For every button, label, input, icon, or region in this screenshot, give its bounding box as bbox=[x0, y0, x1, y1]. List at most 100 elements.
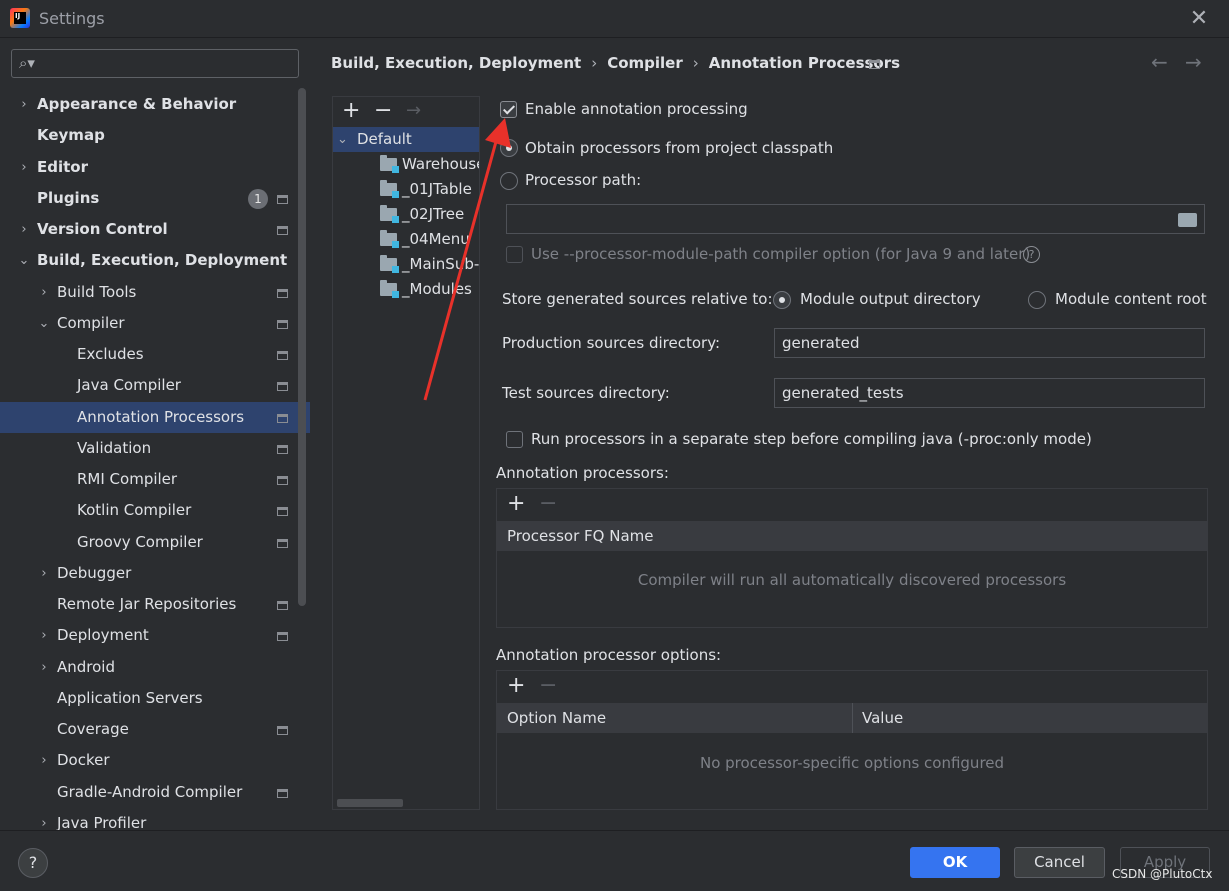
chevron-right-icon[interactable]: › bbox=[17, 152, 31, 183]
annotation-processor-options-table: + − Option Name Value No processor-speci… bbox=[496, 670, 1208, 810]
sidebar-item-label: Editor bbox=[37, 157, 88, 176]
module-folder-icon bbox=[380, 155, 399, 173]
processor-module-path-checkbox[interactable] bbox=[506, 246, 523, 263]
profile-module-item[interactable]: _02JTree bbox=[333, 202, 479, 227]
sidebar-item-android[interactable]: › Android bbox=[0, 652, 310, 683]
sidebar-item-compiler[interactable]: ⌄ Compiler bbox=[0, 308, 310, 339]
profile-module-item[interactable]: Warehouse bbox=[333, 152, 479, 177]
add-option-button[interactable]: + bbox=[507, 674, 525, 698]
chevron-right-icon[interactable]: › bbox=[17, 89, 31, 120]
sidebar-item-label: Android bbox=[57, 657, 115, 676]
processors-toolbar: + − bbox=[497, 489, 1207, 520]
test-sources-directory-input[interactable]: generated_tests bbox=[774, 378, 1205, 408]
sidebar-item-deployment[interactable]: › Deployment bbox=[0, 620, 310, 651]
profile-module-item[interactable]: _01JTable bbox=[333, 177, 479, 202]
sidebar-item-rmi-compiler[interactable]: RMI Compiler bbox=[0, 464, 310, 495]
sidebar-item-plugins[interactable]: Plugins 1 bbox=[0, 183, 310, 214]
settings-sidebar: ⌕▾ › Appearance & Behavior Keymap › Editor Pl… bbox=[0, 38, 311, 832]
browse-folder-icon[interactable] bbox=[1178, 213, 1197, 227]
breadcrumb-compiler[interactable]: Compiler bbox=[607, 54, 683, 72]
sidebar-item-remote-jar-repositories[interactable]: Remote Jar Repositories bbox=[0, 589, 310, 620]
processor-path-input[interactable] bbox=[506, 204, 1205, 234]
sidebar-item-label: Build Tools bbox=[57, 282, 137, 301]
chevron-right-icon[interactable]: › bbox=[37, 277, 51, 308]
separate-step-checkbox[interactable] bbox=[506, 431, 523, 448]
remove-processor-button[interactable]: − bbox=[539, 492, 557, 516]
chevron-down-icon[interactable]: ⌄ bbox=[17, 245, 31, 276]
chevron-down-icon[interactable]: ⌄ bbox=[37, 308, 51, 339]
annotation-processors-table: + − Processor FQ Name Compiler will run … bbox=[496, 488, 1208, 628]
sidebar-item-editor[interactable]: › Editor bbox=[0, 152, 310, 183]
sidebar-item-application-servers[interactable]: Application Servers bbox=[0, 683, 310, 714]
chevron-right-icon[interactable]: › bbox=[37, 745, 51, 776]
module-content-root-radio[interactable] bbox=[1028, 291, 1046, 309]
chevron-right-icon[interactable]: › bbox=[37, 620, 51, 651]
project-scope-icon bbox=[277, 726, 288, 735]
profile-module-item[interactable]: _Modules bbox=[333, 277, 479, 302]
sidebar-item-docker[interactable]: › Docker bbox=[0, 745, 310, 776]
sidebar-item-groovy-compiler[interactable]: Groovy Compiler bbox=[0, 527, 310, 558]
add-profile-button[interactable]: + bbox=[342, 99, 360, 123]
separate-step-label: Run processors in a separate step before… bbox=[531, 430, 1092, 448]
sidebar-item-coverage[interactable]: Coverage bbox=[0, 714, 310, 745]
production-sources-directory-input[interactable]: generated bbox=[774, 328, 1205, 358]
chevron-down-icon[interactable]: ⌄ bbox=[337, 127, 348, 152]
sidebar-item-annotation-processors[interactable]: Annotation Processors bbox=[0, 401, 310, 433]
forward-arrow-icon[interactable]: → bbox=[1185, 50, 1202, 74]
chevron-right-icon[interactable]: › bbox=[17, 214, 31, 245]
option-name-column[interactable]: Option Name bbox=[507, 703, 606, 733]
processor-fq-name-column[interactable]: Processor FQ Name bbox=[507, 521, 653, 551]
cancel-button[interactable]: Cancel bbox=[1014, 847, 1105, 878]
project-scope-icon bbox=[277, 601, 288, 610]
profile-default[interactable]: ⌄ Default bbox=[333, 127, 479, 152]
sidebar-scrollbar[interactable] bbox=[298, 88, 306, 606]
close-window-icon[interactable]: ✕ bbox=[1186, 6, 1212, 32]
sidebar-item-build-execution-deployment[interactable]: ⌄ Build, Execution, Deployment bbox=[0, 245, 310, 276]
ok-button[interactable]: OK bbox=[910, 847, 1000, 878]
sidebar-item-label: Gradle-Android Compiler bbox=[57, 782, 243, 801]
back-arrow-icon[interactable]: ← bbox=[1151, 50, 1168, 74]
sidebar-item-label: Excludes bbox=[77, 345, 144, 363]
sidebar-item-label: Deployment bbox=[57, 626, 149, 645]
help-button[interactable]: ? bbox=[18, 848, 48, 878]
options-empty-text: No processor-specific options configured bbox=[699, 754, 1005, 772]
breadcrumb-build-execution-deployment[interactable]: Build, Execution, Deployment bbox=[331, 54, 581, 72]
help-icon[interactable]: ? bbox=[1023, 246, 1040, 263]
module-output-directory-radio[interactable] bbox=[773, 291, 791, 309]
sidebar-item-keymap[interactable]: Keymap bbox=[0, 120, 310, 151]
settings-search-input[interactable]: ⌕▾ bbox=[11, 49, 299, 78]
enable-annotation-processing-checkbox[interactable] bbox=[500, 101, 517, 118]
remove-profile-button[interactable]: − bbox=[374, 99, 392, 123]
move-to-profile-button[interactable]: → bbox=[406, 99, 421, 123]
profile-module-label: _04Menu bbox=[402, 230, 470, 248]
sidebar-item-debugger[interactable]: › Debugger bbox=[0, 558, 310, 589]
project-scope-icon bbox=[277, 632, 288, 642]
sidebar-item-kotlin-compiler[interactable]: Kotlin Compiler bbox=[0, 495, 310, 526]
chevron-right-icon[interactable]: › bbox=[37, 652, 51, 683]
profile-module-item[interactable]: _MainSub- bbox=[333, 252, 479, 277]
module-output-directory-label: Module output directory bbox=[800, 290, 981, 308]
sidebar-item-gradle-android-compiler[interactable]: Gradle-Android Compiler bbox=[0, 777, 310, 808]
sidebar-item-build-tools[interactable]: › Build Tools bbox=[0, 277, 310, 308]
project-scope-icon bbox=[277, 538, 288, 548]
options-table-header: Option Name Value bbox=[497, 703, 1207, 733]
add-processor-button[interactable]: + bbox=[507, 492, 525, 516]
project-scope-icon bbox=[277, 194, 288, 204]
project-scope-icon bbox=[277, 788, 288, 798]
value-column[interactable]: Value bbox=[862, 703, 903, 733]
obtain-from-classpath-radio[interactable] bbox=[500, 139, 518, 157]
processor-path-radio[interactable] bbox=[500, 172, 518, 190]
sidebar-item-version-control[interactable]: › Version Control bbox=[0, 214, 310, 245]
intellij-app-icon: IJ bbox=[10, 8, 30, 28]
remove-option-button[interactable]: − bbox=[539, 674, 557, 698]
sidebar-item-excludes[interactable]: Excludes bbox=[0, 339, 310, 370]
profiles-horizontal-scrollbar[interactable] bbox=[337, 799, 403, 807]
sidebar-item-java-compiler[interactable]: Java Compiler bbox=[0, 370, 310, 401]
profile-module-item[interactable]: _04Menu bbox=[333, 227, 479, 252]
store-generated-sources-label: Store generated sources relative to: bbox=[502, 290, 773, 308]
project-scope-icon bbox=[277, 288, 288, 298]
chevron-right-icon[interactable]: › bbox=[37, 558, 51, 589]
column-divider[interactable] bbox=[852, 703, 853, 733]
sidebar-item-validation[interactable]: Validation bbox=[0, 433, 310, 464]
sidebar-item-appearance-behavior[interactable]: › Appearance & Behavior bbox=[0, 89, 310, 120]
